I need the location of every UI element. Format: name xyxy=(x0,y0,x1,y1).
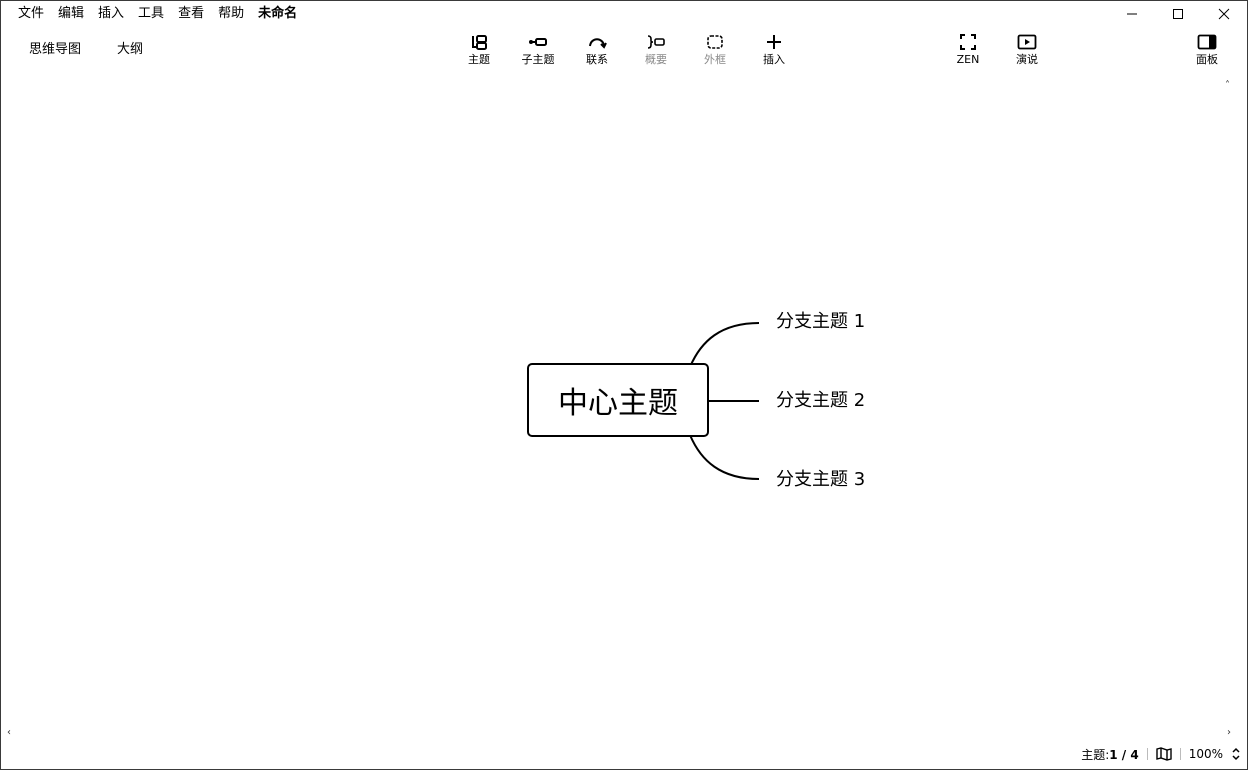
branch-topic-1[interactable]: 分支主题 1 xyxy=(776,311,865,333)
status-divider xyxy=(1146,748,1148,760)
connector-3 xyxy=(689,434,760,480)
topic-count-label: 主题: xyxy=(1081,747,1110,762)
topic-count: 主题:1 / 4 xyxy=(1081,746,1138,763)
branch-topic-3[interactable]: 分支主题 3 xyxy=(776,469,865,491)
central-topic[interactable]: 中心主题 xyxy=(527,363,709,437)
zoom-level: 100% xyxy=(1188,747,1223,761)
updown-chevron-icon[interactable] xyxy=(1231,747,1241,761)
topic-count-value: 1 / 4 xyxy=(1109,747,1139,762)
branch-topic-2[interactable]: 分支主题 2 xyxy=(776,390,865,412)
status-bar: 主题:1 / 4 100% xyxy=(1081,745,1241,763)
app-window: 文件 编辑 插入 工具 查看 帮助 未命名 思维导图 大纲 主题 子主题 联系 … xyxy=(0,0,1248,770)
central-topic-label: 中心主题 xyxy=(558,386,678,421)
map-icon[interactable] xyxy=(1155,747,1172,761)
connector-1 xyxy=(689,322,760,368)
status-divider xyxy=(1179,748,1181,760)
